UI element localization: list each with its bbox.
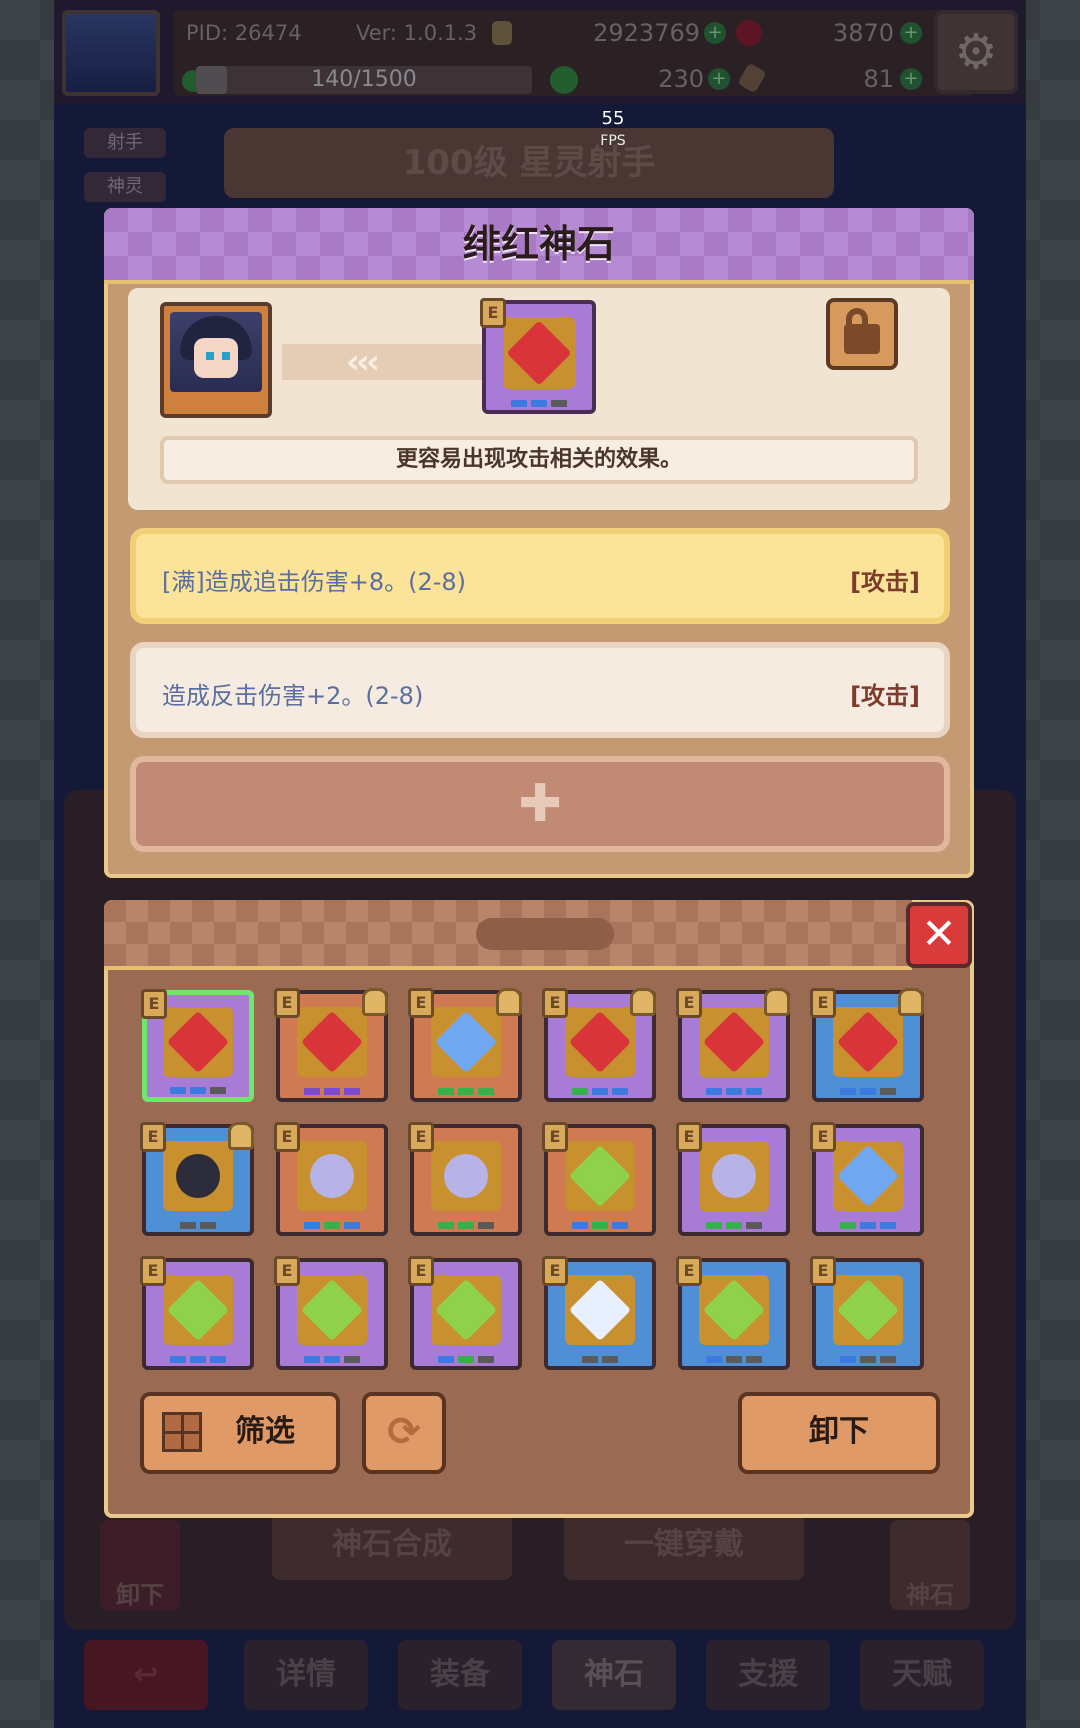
socket-indicators <box>146 1222 250 1229</box>
equipped-badge: E <box>542 1256 568 1286</box>
gem-slot[interactable]: E <box>408 1122 522 1236</box>
socket-indicators <box>548 1356 652 1363</box>
equipped-badge: E <box>274 1122 300 1152</box>
gem-slot[interactable]: E <box>141 989 254 1102</box>
gem-slot[interactable]: E <box>676 1256 790 1370</box>
fps-value: 55 <box>601 108 625 129</box>
socket-indicators <box>414 1088 518 1095</box>
lock-icon <box>362 988 388 1016</box>
add-effect-button[interactable]: ✚ <box>130 756 950 852</box>
socket-indicators <box>548 1222 652 1229</box>
equipped-badge: E <box>676 1256 702 1286</box>
equipped-badge: E <box>480 298 506 328</box>
inventory-header <box>104 900 912 970</box>
socket-indicators <box>548 1088 652 1095</box>
gem-slot[interactable]: E <box>810 1122 924 1236</box>
equipped-badge: E <box>408 1122 434 1152</box>
lock-icon <box>764 988 790 1016</box>
equipped-badge: E <box>408 1256 434 1286</box>
refresh-button[interactable]: ⟳ <box>362 1392 446 1474</box>
gem-slot[interactable]: E <box>810 988 924 1102</box>
socket-indicators <box>816 1356 920 1363</box>
lock-icon <box>496 988 522 1016</box>
socket-indicators <box>147 1087 249 1094</box>
fps-counter: 55 FPS <box>586 108 640 152</box>
gem-slot[interactable]: E <box>140 1256 254 1370</box>
equipped-badge: E <box>274 1256 300 1286</box>
equipped-badge: E <box>408 988 434 1018</box>
lock-toggle-button[interactable] <box>826 298 898 370</box>
socket-indicators <box>280 1356 384 1363</box>
socket-indicators <box>816 1088 920 1095</box>
gem-description: 更容易出现攻击相关的效果。 <box>160 436 918 484</box>
unequip-button[interactable]: 卸下 <box>738 1392 940 1474</box>
transfer-arrows-icon: ‹‹‹ <box>346 342 380 382</box>
gem-slot[interactable]: E <box>408 1256 522 1370</box>
transfer-track <box>282 344 482 380</box>
gem-slot[interactable]: E <box>274 1256 388 1370</box>
plus-icon: ✚ <box>518 774 562 834</box>
effect-row-1[interactable]: [满]造成追击伤害+8。(2-8) [攻击] <box>130 528 950 624</box>
gem-slot[interactable]: E <box>676 988 790 1102</box>
socket-indicators <box>280 1222 384 1229</box>
unequip-label: 卸下 <box>809 1414 869 1449</box>
equipped-badge: E <box>542 988 568 1018</box>
dialog-title: 绯红神石 <box>462 222 615 266</box>
gem-slot[interactable]: E <box>542 988 656 1102</box>
equipped-badge: E <box>810 988 836 1018</box>
effect-tag: [攻击] <box>850 568 920 596</box>
close-button[interactable]: ✕ <box>906 902 972 968</box>
equipped-badge: E <box>542 1122 568 1152</box>
grid-icon <box>162 1412 202 1452</box>
equipped-badge: E <box>140 1256 166 1286</box>
filter-label: 筛选 <box>235 1414 295 1449</box>
equipped-badge: E <box>810 1256 836 1286</box>
socket-indicators <box>280 1088 384 1095</box>
effect-text: 造成反击伤害+2。(2-8) <box>162 682 424 710</box>
socket-indicators <box>414 1356 518 1363</box>
lock-icon <box>630 988 656 1016</box>
socket-indicators <box>146 1356 250 1363</box>
lock-icon <box>898 988 924 1016</box>
gem-slot[interactable]: E <box>408 988 522 1102</box>
socket-indicators <box>682 1356 786 1363</box>
socket-indicators <box>414 1222 518 1229</box>
hero-face <box>170 312 262 392</box>
equipped-badge: E <box>141 989 167 1019</box>
equipped-gem: E <box>480 298 596 414</box>
close-icon: ✕ <box>921 909 957 958</box>
equipped-badge: E <box>274 988 300 1018</box>
equipped-badge: E <box>676 988 702 1018</box>
hero-portrait[interactable] <box>160 302 272 418</box>
socket-indicators <box>682 1088 786 1095</box>
gem-slot[interactable]: E <box>542 1256 656 1370</box>
socket-indicators <box>682 1222 786 1229</box>
equipped-badge: E <box>810 1122 836 1152</box>
effect-tag: [攻击] <box>850 682 920 710</box>
filter-button[interactable]: 筛选 <box>140 1392 340 1474</box>
refresh-icon: ⟳ <box>387 1409 421 1455</box>
gem-slot[interactable]: E <box>542 1122 656 1236</box>
gem-slot[interactable]: E <box>274 1122 388 1236</box>
equipped-badge: E <box>676 1122 702 1152</box>
lock-icon <box>228 1122 254 1150</box>
effect-text: [满]造成追击伤害+8。(2-8) <box>162 568 467 596</box>
equipped-badge: E <box>140 1122 166 1152</box>
gem-slot[interactable]: E <box>676 1122 790 1236</box>
effect-row-2[interactable]: 造成反击伤害+2。(2-8) [攻击] <box>130 642 950 738</box>
gem-slot[interactable]: E <box>274 988 388 1102</box>
gem-slot[interactable]: E <box>810 1256 924 1370</box>
fps-label: FPS <box>600 133 626 149</box>
socket-indicators <box>816 1222 920 1229</box>
gem-slot[interactable]: E <box>140 1122 254 1236</box>
